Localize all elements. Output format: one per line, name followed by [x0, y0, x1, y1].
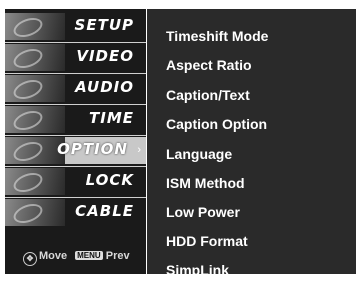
tab-setup[interactable]: SETUP — [5, 13, 146, 40]
option-item-ism-method[interactable]: ISM Method — [166, 175, 245, 191]
audio-thumbnail-icon — [5, 75, 65, 102]
divider — [5, 197, 146, 198]
option-item-timeshift-mode[interactable]: Timeshift Mode — [166, 28, 268, 44]
move-icon: ✥ — [23, 252, 37, 266]
option-thumbnail-icon — [5, 137, 65, 164]
option-submenu-panel: Timeshift Mode Aspect Ratio Caption/Text… — [147, 9, 356, 278]
navigation-hint: ✥ Move MENU Prev — [23, 250, 130, 266]
option-item-low-power[interactable]: Low Power — [166, 204, 240, 220]
tab-video[interactable]: VIDEO — [5, 44, 146, 71]
tab-label: VIDEO — [76, 47, 134, 65]
divider — [5, 104, 146, 105]
setup-thumbnail-icon — [5, 13, 65, 40]
option-item-caption-option[interactable]: Caption Option — [166, 116, 267, 132]
tab-label: CABLE — [75, 202, 134, 220]
divider — [5, 42, 146, 43]
cable-thumbnail-icon — [5, 199, 65, 226]
tab-lock[interactable]: LOCK — [5, 168, 146, 195]
tab-label: TIME — [89, 109, 134, 127]
option-item-aspect-ratio[interactable]: Aspect Ratio — [166, 57, 252, 73]
tab-audio[interactable]: AUDIO — [5, 75, 146, 102]
divider — [5, 73, 146, 74]
option-item-simplink[interactable]: SimpLink — [166, 262, 229, 278]
lock-thumbnail-icon — [5, 168, 65, 195]
tab-label: OPTION — [57, 140, 128, 158]
time-thumbnail-icon — [5, 106, 65, 133]
prev-label: Prev — [105, 250, 130, 262]
chevron-right-icon: › — [137, 144, 141, 156]
video-thumbnail-icon — [5, 44, 65, 71]
menu-tabs-panel: SETUP VIDEO AUDIO TIME OPTION › LOCK CAB… — [5, 9, 146, 274]
tab-label: LOCK — [85, 171, 134, 189]
tab-time[interactable]: TIME — [5, 106, 146, 133]
option-item-language[interactable]: Language — [166, 146, 232, 162]
move-label: Move — [39, 250, 68, 262]
tab-option[interactable]: OPTION › — [5, 137, 146, 164]
tab-label: SETUP — [74, 16, 134, 34]
divider — [5, 166, 146, 167]
option-item-hdd-format[interactable]: HDD Format — [166, 233, 248, 249]
tab-label: AUDIO — [75, 78, 134, 96]
option-item-caption-text[interactable]: Caption/Text — [166, 87, 250, 103]
setup-osd: SETUP VIDEO AUDIO TIME OPTION › LOCK CAB… — [0, 0, 356, 297]
menu-key-icon: MENU — [75, 251, 103, 260]
tab-cable[interactable]: CABLE — [5, 199, 146, 226]
divider — [5, 135, 146, 136]
